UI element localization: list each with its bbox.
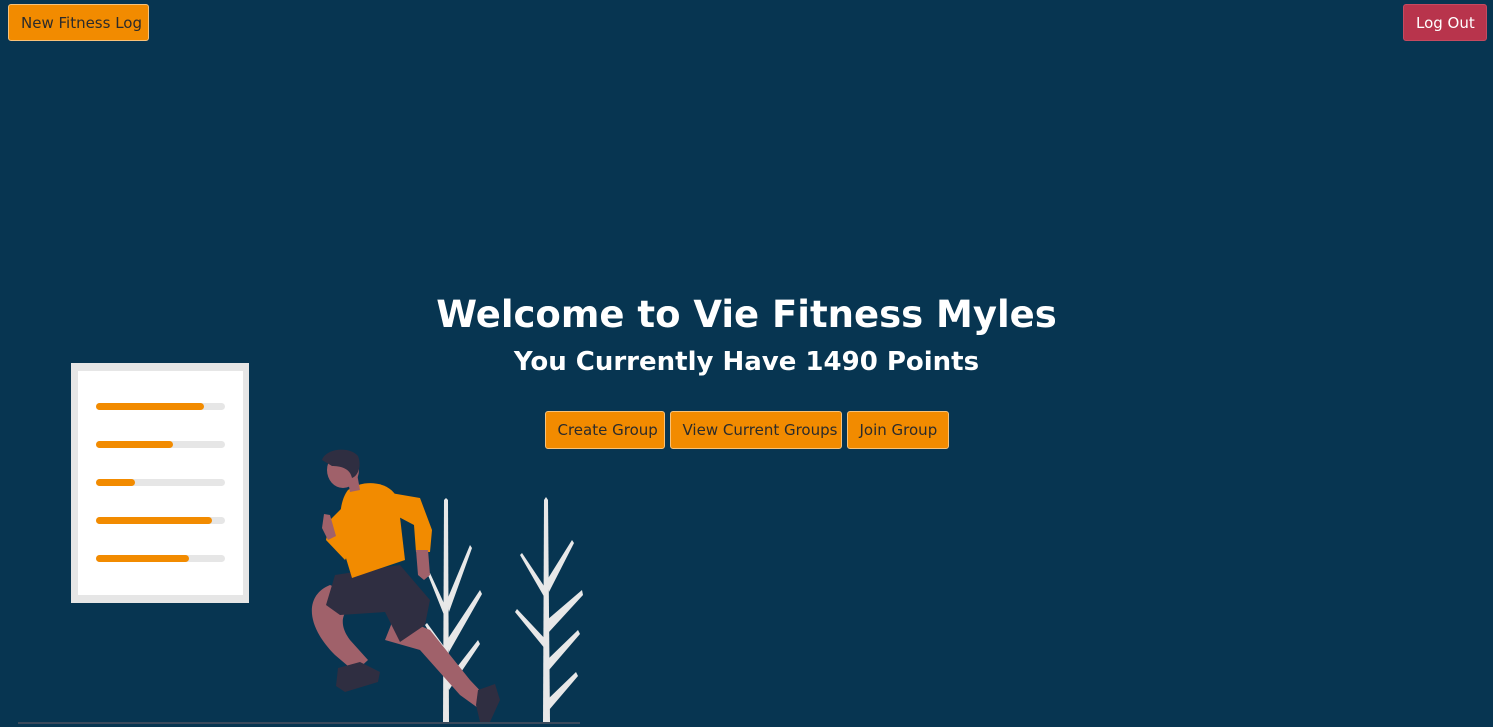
running-person-illustration	[18, 363, 583, 724]
progress-board-icon	[71, 363, 249, 603]
plant-right-icon	[515, 497, 583, 722]
progress-fill	[96, 517, 212, 524]
progress-fill	[96, 555, 189, 562]
log-out-button[interactable]: Log Out	[1403, 4, 1487, 41]
runner-figure-icon	[311, 449, 500, 722]
home-page: New Fitness Log Log Out Welcome to Vie F…	[0, 0, 1493, 727]
view-current-groups-button[interactable]: View Current Groups	[669, 411, 842, 449]
progress-fill	[96, 479, 135, 486]
progress-fill	[96, 441, 173, 448]
ground-line	[18, 722, 580, 724]
join-group-button[interactable]: Join Group	[846, 411, 949, 449]
progress-fill	[96, 403, 204, 410]
